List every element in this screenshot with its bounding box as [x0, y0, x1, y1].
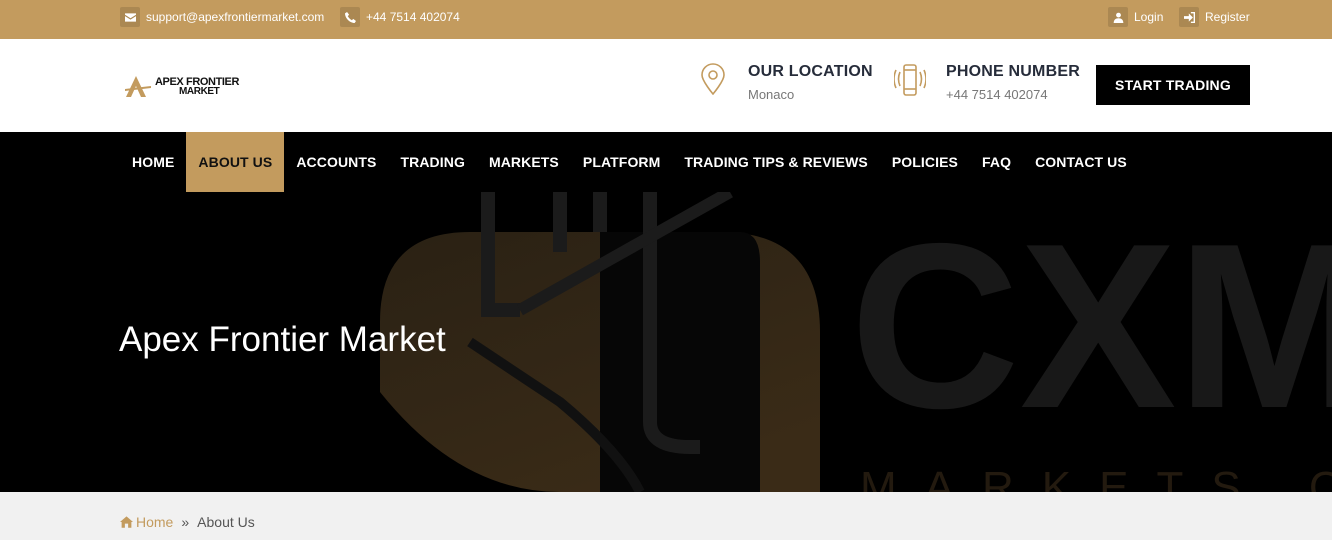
- double-chevron-right-icon: »: [181, 514, 190, 530]
- page-hero-banner: CXM MARKETS CO Apex Frontier Market: [0, 192, 1332, 492]
- topbar-phone-text: +44 7514 402074: [366, 10, 460, 24]
- nav-item-trading-tips-reviews[interactable]: TRADING TIPS & REVIEWS: [672, 132, 879, 192]
- site-header: APEX FRONTIER MARKET OUR LOCATION Monaco…: [0, 39, 1332, 132]
- login-label: Login: [1134, 10, 1164, 24]
- top-bar: support@apexfrontiermarket.com +44 7514 …: [0, 0, 1332, 39]
- topbar-email[interactable]: support@apexfrontiermarket.com: [120, 7, 324, 27]
- envelope-icon: [120, 7, 140, 27]
- start-trading-button[interactable]: START TRADING: [1096, 65, 1250, 105]
- nav-item-policies[interactable]: POLICIES: [880, 132, 970, 192]
- register-link[interactable]: Register: [1179, 7, 1250, 27]
- map-pin-icon: [700, 63, 726, 100]
- location-value: Monaco: [748, 87, 795, 102]
- phone-title: PHONE NUMBER: [946, 63, 1080, 80]
- hero-watermark-subtext: MARKETS CO: [860, 463, 1332, 492]
- nav-item-contact-us[interactable]: CONTACT US: [1023, 132, 1139, 192]
- mobile-phone-icon: [893, 63, 927, 102]
- nav-item-trading[interactable]: TRADING: [388, 132, 476, 192]
- nav-item-faq[interactable]: FAQ: [970, 132, 1023, 192]
- breadcrumb-home-link[interactable]: Home: [120, 514, 173, 530]
- location-info: OUR LOCATION Monaco: [748, 63, 873, 102]
- nav-item-about-us[interactable]: ABOUT US: [186, 132, 285, 192]
- user-icon: [1108, 7, 1128, 27]
- logo-mark-icon: [125, 76, 151, 97]
- hero-watermark-text: CXM: [850, 194, 1332, 457]
- sign-in-icon: [1179, 7, 1199, 27]
- topbar-email-text: support@apexfrontiermarket.com: [146, 10, 325, 24]
- login-link[interactable]: Login: [1108, 7, 1163, 27]
- breadcrumb: Home » About Us: [120, 514, 255, 530]
- nav-item-markets[interactable]: MARKETS: [477, 132, 571, 192]
- main-nav: HOME ABOUT US ACCOUNTS TRADING MARKETS P…: [0, 132, 1332, 192]
- page-title: Apex Frontier Market: [119, 320, 446, 359]
- nav-item-platform[interactable]: PLATFORM: [571, 132, 673, 192]
- nav-item-home[interactable]: HOME: [120, 132, 186, 192]
- breadcrumb-current: About Us: [197, 514, 255, 530]
- nav-item-accounts[interactable]: ACCOUNTS: [284, 132, 388, 192]
- phone-info: PHONE NUMBER +44 7514 402074: [946, 63, 1080, 102]
- home-icon: [120, 516, 133, 528]
- phone-icon: [340, 7, 360, 27]
- logo-text-line2: MARKET: [179, 86, 220, 97]
- location-title: OUR LOCATION: [748, 63, 873, 80]
- site-logo[interactable]: APEX FRONTIER MARKET: [124, 75, 239, 99]
- topbar-phone[interactable]: +44 7514 402074: [340, 7, 460, 27]
- register-label: Register: [1205, 10, 1250, 24]
- phone-value: +44 7514 402074: [946, 87, 1048, 102]
- breadcrumb-home-label: Home: [136, 514, 174, 530]
